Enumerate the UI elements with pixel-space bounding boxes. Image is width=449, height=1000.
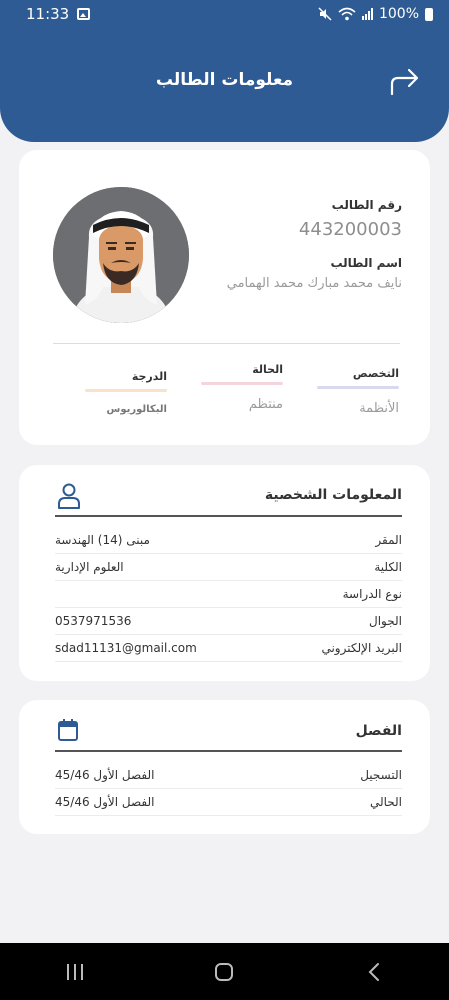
degree-underline — [85, 389, 167, 392]
degree-stat: الدرجة البكالوريوس — [83, 370, 167, 415]
status-underline — [201, 382, 283, 385]
major-value: الأنظمة — [359, 401, 399, 416]
student-name-label: اسم الطالب — [330, 256, 402, 270]
forward-arrow-icon — [390, 68, 419, 96]
info-value: 0537971536 — [55, 614, 132, 628]
info-label: البريد الإلكتروني — [321, 641, 402, 655]
status-value: منتظم — [248, 397, 283, 412]
personal-info-title: المعلومات الشخصية — [264, 487, 402, 503]
info-label: الكلية — [374, 560, 402, 574]
info-value: العلوم الإدارية — [55, 560, 124, 574]
info-label: نوع الدراسة — [342, 587, 402, 601]
status-bar: 11:33 100% — [0, 0, 449, 28]
student-number-label: رقم الطالب — [331, 198, 402, 212]
recent-apps-button[interactable] — [45, 952, 105, 992]
wifi-icon — [338, 7, 356, 21]
home-icon — [215, 962, 234, 981]
battery-percent: 100% — [378, 6, 419, 22]
semester-title: الفصل — [355, 723, 402, 739]
status-stat: الحالة منتظم — [199, 363, 283, 412]
status-time: 11:33 — [26, 5, 70, 23]
forward-button[interactable] — [388, 66, 422, 98]
info-row-location: مبنى (14) الهندسة المقر — [55, 527, 402, 554]
page-title: معلومات الطالب — [155, 70, 294, 90]
student-name: نايف محمد مبارك محمد الهمامي — [226, 276, 402, 291]
student-avatar-illustration — [53, 187, 189, 323]
personal-info-card: المعلومات الشخصية مبنى (14) الهندسة المق… — [19, 465, 430, 681]
semester-value: الفصل الأول 45/46 — [55, 768, 155, 782]
home-button[interactable] — [194, 952, 254, 992]
degree-label: الدرجة — [131, 370, 167, 383]
divider — [53, 343, 400, 344]
semester-label: الحالي — [369, 795, 402, 809]
semester-value: الفصل الأول 45/46 — [55, 795, 155, 809]
system-nav-bar — [0, 943, 449, 1000]
avatar — [53, 187, 189, 323]
semester-card: الفصل الفصل الأول 45/46 التسجيل الفصل ال… — [19, 700, 430, 834]
signal-icon — [361, 8, 373, 20]
major-underline — [317, 386, 399, 389]
info-label: المقر — [375, 533, 402, 547]
semester-label: التسجيل — [360, 768, 402, 782]
major-stat: التخصص الأنظمة — [315, 367, 399, 416]
info-row-mobile: 0537971536 الجوال — [55, 608, 402, 635]
section-divider — [55, 515, 402, 517]
status-label: الحالة — [252, 363, 283, 376]
semester-row-current: الفصل الأول 45/46 الحالي — [55, 789, 402, 816]
info-value: sdad11131@gmail.com — [55, 641, 197, 655]
student-number: 443200003 — [298, 219, 402, 240]
calendar-icon — [58, 719, 78, 741]
image-notification-icon — [77, 8, 91, 20]
degree-value: البكالوريوس — [106, 404, 167, 415]
recent-apps-icon — [66, 963, 83, 980]
info-label: الجوال — [369, 614, 402, 628]
semester-row-registration: الفصل الأول 45/46 التسجيل — [55, 762, 402, 789]
mute-icon — [318, 7, 332, 21]
info-row-email: sdad11131@gmail.com البريد الإلكتروني — [55, 635, 402, 662]
profile-card: رقم الطالب 443200003 اسم الطالب نايف محم… — [19, 150, 430, 445]
info-value: مبنى (14) الهندسة — [55, 533, 150, 547]
back-icon — [368, 962, 380, 981]
info-row-college: العلوم الإدارية الكلية — [55, 554, 402, 581]
battery-icon — [425, 7, 433, 21]
major-label: التخصص — [352, 367, 399, 380]
user-icon — [58, 483, 80, 509]
section-divider — [55, 750, 402, 752]
info-row-study-type: نوع الدراسة — [55, 581, 402, 608]
back-button[interactable] — [344, 952, 404, 992]
